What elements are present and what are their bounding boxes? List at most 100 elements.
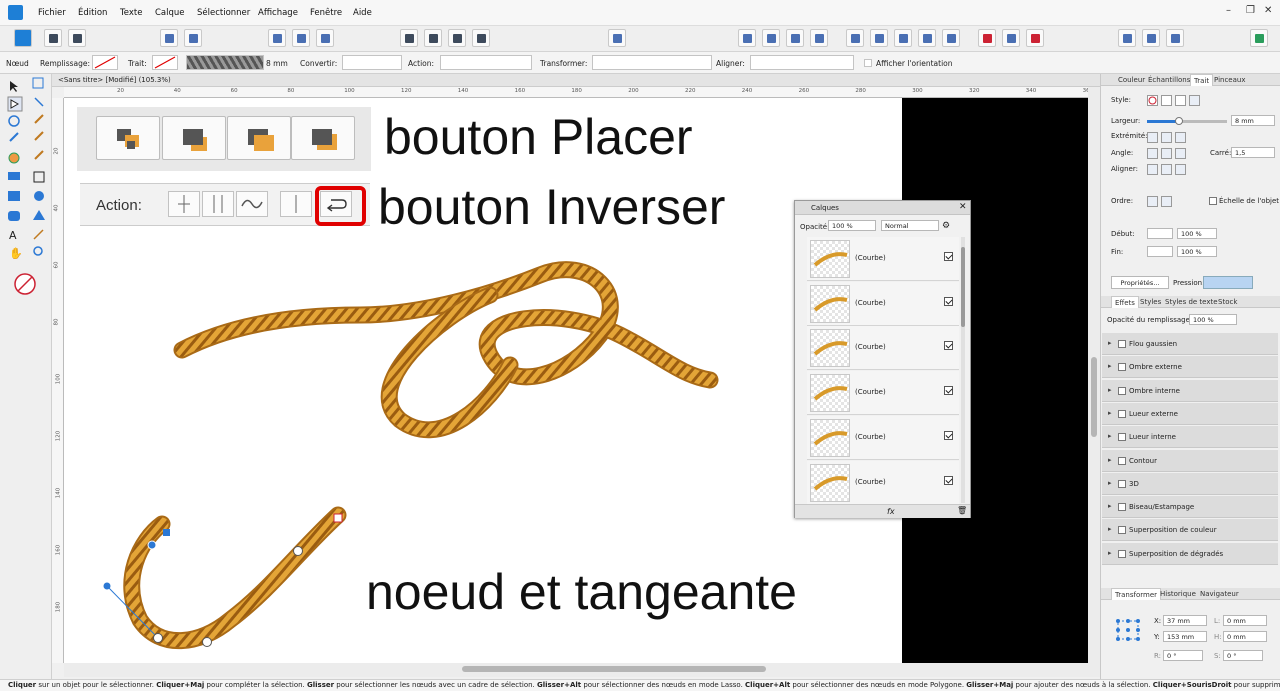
- layer-row[interactable]: (Courbe): [807, 326, 959, 371]
- chevron-right-icon[interactable]: ▸: [1108, 456, 1112, 464]
- layers-close-icon[interactable]: ✕: [959, 202, 967, 212]
- chevron-right-icon[interactable]: ▸: [1108, 339, 1112, 347]
- r-field[interactable]: 0 °: [1163, 650, 1203, 661]
- align-inside-icon[interactable]: [1161, 164, 1172, 175]
- tab-pinceaux[interactable]: Pinceaux: [1211, 74, 1248, 86]
- tab-echantillons[interactable]: Échantillons: [1145, 74, 1193, 86]
- stroke-brush-preview[interactable]: [186, 55, 264, 70]
- chevron-right-icon[interactable]: ▸: [1108, 432, 1112, 440]
- view-mode-icon[interactable]: [1002, 29, 1020, 47]
- tab-couleur[interactable]: Couleur: [1115, 74, 1148, 86]
- layer-effects-icon[interactable]: fx: [887, 507, 895, 516]
- chevron-right-icon[interactable]: ▸: [1108, 362, 1112, 370]
- quick-mask-icon[interactable]: [1118, 29, 1136, 47]
- tab-styles-texte[interactable]: Styles de texte: [1162, 296, 1221, 308]
- maximize-button[interactable]: ❐: [1246, 5, 1255, 16]
- tab-navigateur[interactable]: Navigateur: [1197, 588, 1242, 600]
- align-buttons[interactable]: [750, 55, 854, 70]
- style-none-icon[interactable]: [1147, 95, 1158, 106]
- layer-visibility-checkbox[interactable]: [944, 296, 953, 306]
- width-field[interactable]: 8 mm: [1231, 115, 1275, 126]
- layers-settings-icon[interactable]: ⚙: [942, 221, 950, 231]
- cap-butt-icon[interactable]: [1147, 132, 1158, 143]
- boolean-xor-icon[interactable]: [918, 29, 936, 47]
- style-brush-icon[interactable]: [1189, 95, 1200, 106]
- cap-round-icon[interactable]: [1161, 132, 1172, 143]
- effect-row[interactable]: ▸ Biseau/Estampage: [1102, 496, 1278, 519]
- arrange-backward-icon[interactable]: [448, 29, 466, 47]
- arrange-back-icon[interactable]: [472, 29, 490, 47]
- boolean-add-icon[interactable]: [846, 29, 864, 47]
- tab-stock[interactable]: Stock: [1215, 296, 1240, 308]
- chevron-right-icon[interactable]: ▸: [1108, 549, 1112, 557]
- layers-toggle-icon[interactable]: [1142, 29, 1160, 47]
- chevron-right-icon[interactable]: ▸: [1108, 525, 1112, 533]
- export-persona-icon[interactable]: [68, 29, 86, 47]
- boolean-intersect-icon[interactable]: [894, 29, 912, 47]
- grid-icon[interactable]: [978, 29, 996, 47]
- transform-buttons[interactable]: [592, 55, 712, 70]
- layer-visibility-checkbox[interactable]: [944, 430, 953, 440]
- effect-row[interactable]: ▸ Superposition de couleur: [1102, 519, 1278, 542]
- h-field[interactable]: 0 mm: [1223, 631, 1267, 642]
- layer-visibility-checkbox[interactable]: [944, 475, 953, 485]
- effect-row[interactable]: ▸ Contour: [1102, 449, 1278, 472]
- vertical-scrollbar[interactable]: [1088, 87, 1100, 663]
- menu-fenetre[interactable]: Fenêtre: [310, 8, 342, 18]
- rope-hook-curve[interactable]: [100, 500, 360, 660]
- boolean-divide-icon[interactable]: [942, 29, 960, 47]
- chevron-right-icon[interactable]: ▸: [1108, 409, 1112, 417]
- effect-checkbox[interactable]: [1118, 409, 1126, 418]
- menu-edition[interactable]: Édition: [78, 8, 107, 18]
- rotate-bbox-icon[interactable]: [316, 29, 334, 47]
- menu-selectionner[interactable]: Sélectionner: [197, 8, 250, 18]
- layers-panel[interactable]: Calques ✕ Opacité: 100 % Normal ⚙ (Courb…: [794, 200, 971, 518]
- effect-checkbox[interactable]: [1118, 456, 1126, 465]
- join-round-icon[interactable]: [1161, 148, 1172, 159]
- tools-icons[interactable]: A ✋: [0, 74, 52, 304]
- delete-layer-icon[interactable]: 🗑: [957, 506, 967, 515]
- chevron-right-icon[interactable]: ▸: [1108, 386, 1112, 394]
- effect-row[interactable]: ▸ Ombre externe: [1102, 356, 1278, 379]
- designer-persona-icon[interactable]: [14, 29, 32, 47]
- layer-visibility-checkbox[interactable]: [944, 252, 953, 261]
- stroke-width-value[interactable]: 8 mm: [266, 59, 288, 68]
- convert-buttons[interactable]: [342, 55, 402, 70]
- effect-checkbox[interactable]: [1118, 340, 1126, 348]
- assistant-icon[interactable]: [160, 29, 178, 47]
- layer-row[interactable]: (Courbe): [807, 371, 959, 416]
- y-field[interactable]: 153 mm: [1163, 631, 1207, 642]
- layer-visibility-checkbox[interactable]: [944, 386, 953, 396]
- chevron-right-icon[interactable]: ▸: [1108, 479, 1112, 487]
- fill-opacity-field[interactable]: 100 %: [1189, 314, 1237, 325]
- layers-scroll-thumb[interactable]: [961, 247, 965, 327]
- rotate-right-icon[interactable]: [810, 29, 828, 47]
- rotate-left-icon[interactable]: [786, 29, 804, 47]
- boolean-subtract-icon[interactable]: [870, 29, 888, 47]
- fill-swatch[interactable]: [92, 55, 118, 70]
- layers-blend-mode[interactable]: Normal: [881, 220, 939, 231]
- effect-checkbox[interactable]: [1118, 386, 1126, 395]
- s-field[interactable]: 0 °: [1223, 650, 1263, 661]
- menu-affichage[interactable]: Affichage: [258, 8, 298, 18]
- square-field[interactable]: 1,5: [1231, 147, 1275, 158]
- tab-trait[interactable]: Trait: [1190, 74, 1214, 86]
- layers-header[interactable]: Calques ✕: [795, 201, 970, 215]
- width-slider-thumb[interactable]: [1175, 117, 1183, 125]
- horizontal-scroll-thumb[interactable]: [462, 666, 766, 672]
- effect-checkbox[interactable]: [1118, 479, 1126, 488]
- select-bbox-icon[interactable]: [292, 29, 310, 47]
- effect-checkbox[interactable]: [1118, 363, 1126, 372]
- align-center-icon[interactable]: [1147, 164, 1158, 175]
- align-icon[interactable]: [608, 29, 626, 47]
- snapping-icon[interactable]: [184, 29, 202, 47]
- end-arrowhead-select[interactable]: [1147, 246, 1173, 257]
- align-outside-icon[interactable]: [1175, 164, 1186, 175]
- effect-checkbox[interactable]: [1118, 526, 1126, 535]
- help-icon[interactable]: [1026, 29, 1044, 47]
- document-tab[interactable]: <Sans titre> [Modifié] (105.3%): [52, 74, 1100, 87]
- effect-checkbox[interactable]: [1118, 549, 1126, 558]
- effect-row[interactable]: ▸ 3D: [1102, 472, 1278, 495]
- arrange-front-icon[interactable]: [400, 29, 418, 47]
- stroke-swatch[interactable]: [152, 55, 178, 70]
